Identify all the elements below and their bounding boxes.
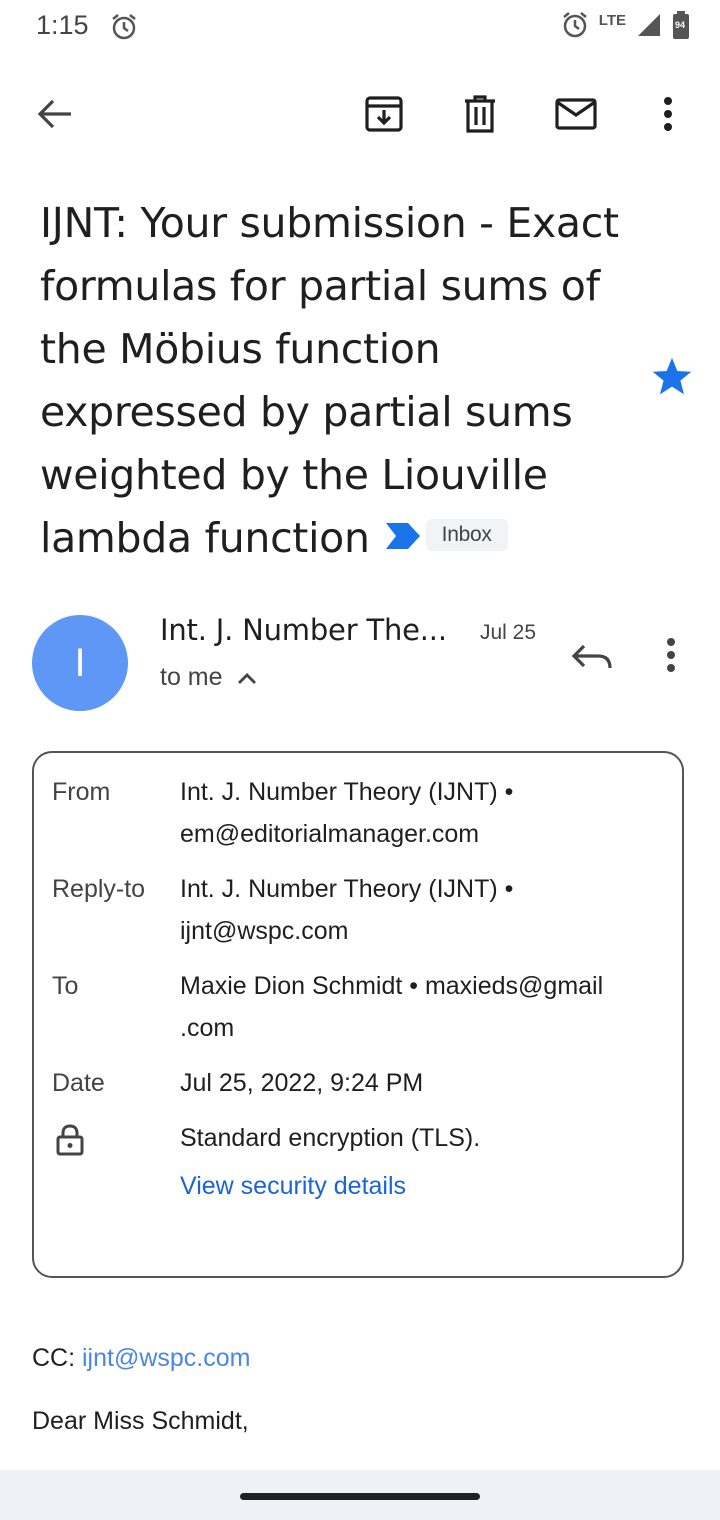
replyto-value-line1: Int. J. Number Theory (IJNT) • [180, 875, 514, 903]
mark-unread-button[interactable] [548, 88, 604, 144]
from-value-line1: Int. J. Number Theory (IJNT) • [180, 778, 514, 806]
to-value: Maxie Dion Schmidt • maxieds@gmail .com [180, 965, 670, 1049]
network-type: LTE [598, 12, 626, 29]
cc-line: CC: ijnt@wspc.com [32, 1344, 250, 1373]
email-date: Jul 25 [480, 621, 537, 644]
inbox-label-chip[interactable]: Inbox [425, 519, 508, 551]
sender-name: Int. J. Number The... [160, 613, 447, 647]
email-greeting: Dear Miss Schmidt, [32, 1407, 249, 1435]
status-icons: LTE 94 [561, 10, 690, 45]
important-marker-icon[interactable] [385, 504, 420, 567]
to-label: To [52, 972, 79, 1000]
reply-icon [566, 644, 618, 688]
recipient-toggle[interactable]: to me [160, 663, 257, 692]
date-value: Jul 25, 2022, 9:24 PM [180, 1069, 424, 1097]
sender-avatar[interactable]: I [32, 615, 128, 711]
star-icon[interactable] [650, 356, 694, 403]
battery-icon: 94 [672, 11, 690, 44]
chevron-up-icon [237, 663, 257, 692]
signal-icon [636, 12, 662, 43]
email-subject: IJNT: Your submission - Exact formulas f… [40, 192, 630, 573]
status-time: 1:15 [36, 10, 89, 40]
delete-icon [464, 94, 496, 138]
avatar-letter: I [74, 640, 86, 685]
recipient-text: to me [160, 663, 223, 691]
from-value-line2: em@editorialmanager.com [180, 820, 480, 848]
home-gesture-handle[interactable] [240, 1493, 480, 1500]
back-arrow-icon [37, 98, 73, 135]
archive-icon [364, 95, 404, 138]
cc-label: CC: [32, 1344, 82, 1372]
battery-level: 94 [675, 20, 686, 30]
to-value-line1: Maxie Dion Schmidt • maxieds@gmail [180, 972, 604, 1000]
back-button[interactable] [27, 88, 83, 144]
delete-button[interactable] [452, 88, 508, 144]
from-value: Int. J. Number Theory (IJNT) • em@editor… [180, 771, 670, 855]
replyto-value: Int. J. Number Theory (IJNT) • ijnt@wspc… [180, 868, 670, 952]
replyto-label: Reply-to [52, 875, 146, 903]
view-security-details-link[interactable]: View security details [180, 1165, 670, 1207]
message-more-button[interactable] [650, 628, 692, 687]
from-label: From [52, 778, 111, 806]
date-label: Date [52, 1069, 105, 1097]
reply-button[interactable] [566, 628, 618, 689]
lock-icon [56, 1124, 84, 1161]
alarm-icon [561, 10, 589, 45]
alarm-icon [110, 12, 138, 47]
more-vert-icon [663, 96, 673, 136]
archive-button[interactable] [356, 88, 412, 144]
subject-text: IJNT: Your submission - Exact formulas f… [40, 199, 619, 562]
mark-unread-icon [555, 97, 597, 135]
security-value: Standard encryption (TLS). [180, 1124, 481, 1152]
replyto-value-line2: ijnt@wspc.com [180, 917, 349, 945]
more-vert-icon [650, 628, 692, 687]
more-options-button[interactable] [640, 88, 696, 144]
cc-email-link[interactable]: ijnt@wspc.com [82, 1344, 250, 1372]
to-value-line2: .com [180, 1014, 235, 1042]
